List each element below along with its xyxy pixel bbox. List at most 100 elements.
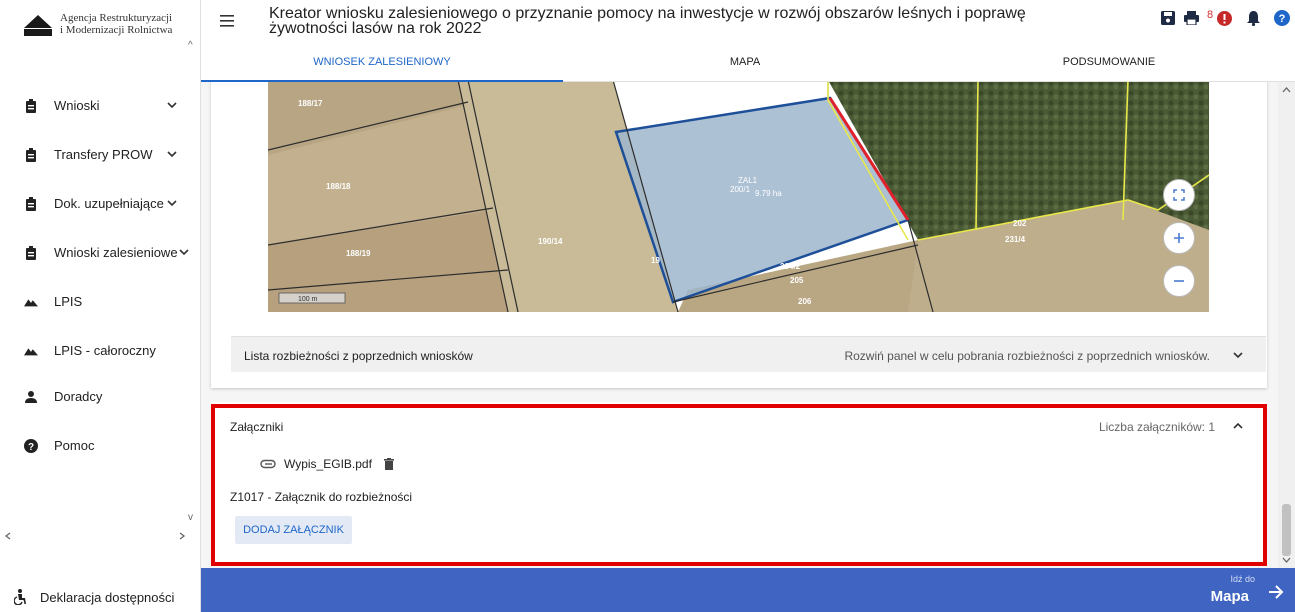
chevron-down-icon <box>167 102 177 109</box>
parcel-label: 231/4 <box>1005 235 1026 244</box>
plus-icon <box>1174 233 1184 243</box>
attachments-title: Załączniki <box>230 420 284 434</box>
main-content: 188/17 188/18 188/19 190/14 19 19 ZAL1 2… <box>201 82 1278 568</box>
sidebar-item-lpis-caloroczny[interactable]: LPIS - całoroczny <box>0 339 200 363</box>
scrollbar-thumb[interactable] <box>1282 504 1291 556</box>
parcel-label: 188/19 <box>346 249 371 258</box>
parcel-label: 205 <box>790 276 804 285</box>
sidebar-item-label: Dok. uzupełniające <box>54 196 164 211</box>
parcel-label: 188/18 <box>326 182 351 191</box>
sidebar-item-label: Wnioski <box>54 98 100 113</box>
terrain-icon <box>24 294 38 310</box>
sidebar-item-label: Doradcy <box>54 389 103 404</box>
delete-icon[interactable] <box>383 458 394 470</box>
discrepancies-panel[interactable]: Lista rozbieżności z poprzednich wnioskó… <box>231 336 1266 372</box>
attachment-file: Wypis_EGIB.pdf <box>260 457 394 471</box>
clipboard-icon <box>24 147 38 163</box>
sidebar-item-dok-uzupelniajace[interactable]: Dok. uzupełniające <box>0 192 200 216</box>
discrepancies-hint: Rozwiń panel w celu pobrania rozbieżnośc… <box>844 349 1210 363</box>
sidebar-item-wnioski-zalesieniowe[interactable]: Wnioski zalesieniowe <box>0 241 200 265</box>
parcel-label: 206 <box>798 297 812 306</box>
error-icon[interactable] <box>1216 10 1232 26</box>
add-attachment-button[interactable]: DODAJ ZAŁĄCZNIK <box>235 516 352 544</box>
discrepancies-title: Lista rozbieżności z poprzednich wnioskó… <box>244 349 473 363</box>
next-step-label[interactable]: Mapa <box>1211 588 1249 605</box>
chevron-down-icon <box>167 151 177 158</box>
print-icon[interactable] <box>1183 10 1199 26</box>
page-title: Kreator wniosku zalesieniowego o przyzna… <box>269 5 1026 37</box>
help-icon[interactable]: ? <box>1274 10 1290 26</box>
sidebar-item-doradcy[interactable]: Doradcy <box>0 385 200 409</box>
parcel-label: 202 <box>1013 219 1027 228</box>
main-vertical-scrollbar[interactable] <box>1278 82 1295 568</box>
clipboard-icon <box>24 196 38 212</box>
terrain-icon <box>24 343 38 359</box>
attachments-panel: Załączniki Liczba załączników: 1 Wypis_E… <box>211 402 1267 562</box>
parcel-label: 188/17 <box>298 99 323 108</box>
notifications-icon[interactable] <box>1245 10 1261 26</box>
sidebar-scroll-up-icon[interactable]: ^ <box>188 40 193 51</box>
attachments-count: Liczba załączników: 1 <box>1098 420 1215 434</box>
help-icon: ? <box>24 438 38 454</box>
tab-podsumowanie[interactable]: PODSUMOWANIE <box>927 56 1291 82</box>
sidebar-item-label: LPIS <box>54 294 83 309</box>
parcel-area-label: 9.79 ha <box>755 189 782 198</box>
footer-next-bar[interactable]: Idź do Mapa <box>201 568 1295 612</box>
parcel-label: 190/14 <box>538 237 563 246</box>
chevron-down-icon <box>179 249 189 256</box>
scroll-up-icon[interactable] <box>1278 84 1295 96</box>
sidebar-item-label: Pomoc <box>54 438 95 453</box>
chevron-up-icon[interactable] <box>1232 420 1244 432</box>
chevron-down-icon <box>167 200 177 207</box>
parcel-map[interactable]: 188/17 188/18 188/19 190/14 19 19 ZAL1 2… <box>268 82 1209 312</box>
agency-name-line2: i Modernizacji Rolnictwa <box>60 24 173 36</box>
save-icon[interactable] <box>1160 10 1176 26</box>
sidebar-item-transfery-prow[interactable]: Transfery PROW <box>0 143 200 167</box>
attachment-link-icon <box>260 459 276 469</box>
sidebar-item-label: Wnioski zalesieniowe <box>54 245 178 260</box>
sidebar-horizontal-scrollbar[interactable] <box>0 528 200 544</box>
clipboard-icon <box>24 245 38 261</box>
sidebar-item-lpis[interactable]: LPIS <box>0 290 200 314</box>
parcel-label: 19 <box>651 256 660 265</box>
attachment-description: Z1017 - Załącznik do rozbieżności <box>230 490 413 504</box>
app-header: Kreator wniosku zalesieniowego o przyzna… <box>201 0 1295 82</box>
fullscreen-icon <box>1173 189 1185 201</box>
attachment-file-name[interactable]: Wypis_EGIB.pdf <box>284 457 372 471</box>
fullscreen-button[interactable] <box>1163 179 1195 211</box>
arrow-right-icon[interactable] <box>1267 584 1285 600</box>
agency-name: Agencja Restrukturyzacji i Modernizacji … <box>60 12 172 36</box>
sidebar-item-label: LPIS - całoroczny <box>54 343 156 358</box>
scroll-down-icon[interactable] <box>1278 554 1295 566</box>
error-count: 8 <box>1207 9 1214 21</box>
arimr-logo-mark <box>22 12 54 38</box>
map-card: 188/17 188/18 188/19 190/14 19 19 ZAL1 2… <box>211 82 1267 388</box>
sidebar-scroll-down-icon[interactable]: v <box>188 512 193 523</box>
parcel-label: 200/1 <box>730 185 751 194</box>
scale-label: 100 m <box>298 296 318 303</box>
accessibility-declaration-link[interactable]: Deklaracja dostępności <box>0 584 200 608</box>
next-step-caption: Idź do <box>1230 574 1255 584</box>
arimr-logo[interactable]: Agencja Restrukturyzacji i Modernizacji … <box>18 8 198 44</box>
parcel-label: ZAL1 <box>738 176 758 185</box>
chevron-down-icon[interactable] <box>1232 349 1244 361</box>
clipboard-icon <box>24 98 38 114</box>
parcel-label: 19 <box>712 88 721 97</box>
minus-icon <box>1174 280 1184 282</box>
parcel-label: 204/2 <box>780 262 801 271</box>
sidebar: Agencja Restrukturyzacji i Modernizacji … <box>0 0 201 612</box>
zoom-in-button[interactable] <box>1163 222 1195 254</box>
tab-wniosek-zalesieniowy[interactable]: WNIOSEK ZALESIENIOWY <box>201 56 563 82</box>
menu-icon[interactable] <box>220 14 236 28</box>
sidebar-item-wnioski[interactable]: Wnioski <box>0 94 200 118</box>
svg-text:?: ? <box>28 442 34 453</box>
accessibility-icon <box>14 589 26 605</box>
sidebar-item-pomoc[interactable]: ? Pomoc <box>0 434 200 458</box>
orthophoto-map[interactable]: 188/17 188/18 188/19 190/14 19 19 ZAL1 2… <box>268 82 1209 312</box>
agency-name-line1: Agencja Restrukturyzacji <box>60 12 173 24</box>
accessibility-declaration-label: Deklaracja dostępności <box>40 590 175 605</box>
svg-text:?: ? <box>1279 13 1286 25</box>
tab-mapa[interactable]: MAPA <box>563 56 927 82</box>
sidebar-item-label: Transfery PROW <box>54 147 153 162</box>
zoom-out-button[interactable] <box>1163 265 1195 297</box>
